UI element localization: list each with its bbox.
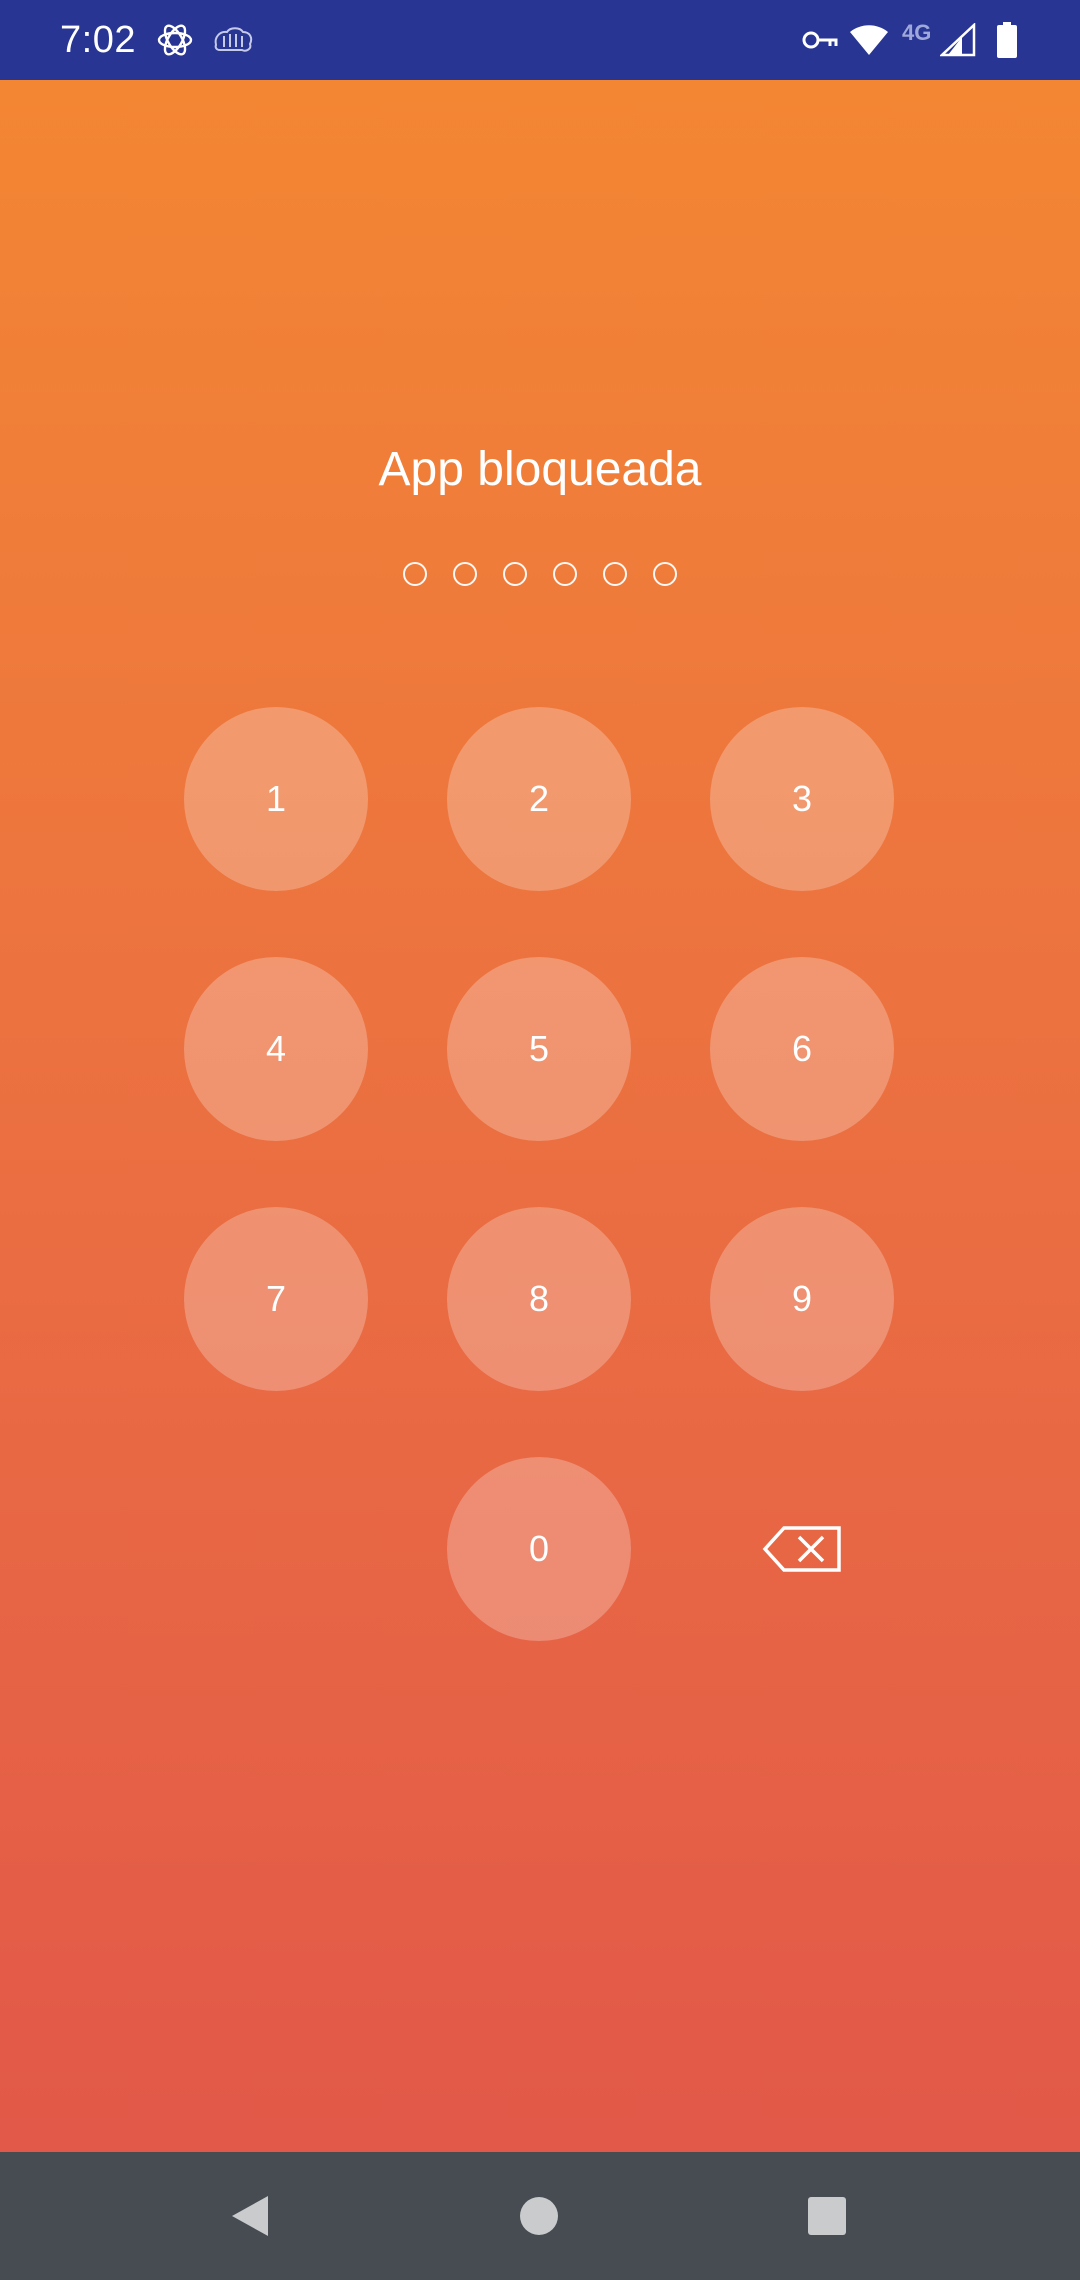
vpn-key-icon xyxy=(802,0,838,80)
pin-dot xyxy=(603,562,627,586)
keypad-key-5[interactable]: 5 xyxy=(447,957,631,1141)
lock-title: App bloqueada xyxy=(378,443,702,496)
wifi-icon xyxy=(848,0,890,80)
status-bar: 7:02 4G xyxy=(0,0,1080,80)
pin-dot xyxy=(453,562,477,586)
keypad-key-3[interactable]: 3 xyxy=(710,707,894,891)
keypad-key-8[interactable]: 8 xyxy=(447,1207,631,1391)
back-icon xyxy=(232,2196,268,2236)
status-time: 7:02 xyxy=(60,19,136,61)
brain-icon xyxy=(212,0,254,80)
keypad-key-0[interactable]: 0 xyxy=(447,1457,631,1641)
keypad-key-6[interactable]: 6 xyxy=(710,957,894,1141)
openai-icon xyxy=(156,0,194,80)
nav-home-button[interactable] xyxy=(475,2152,603,2280)
backspace-button[interactable] xyxy=(710,1457,894,1641)
pin-dot xyxy=(403,562,427,586)
keypad-key-1[interactable]: 1 xyxy=(184,707,368,891)
keypad-key-2[interactable]: 2 xyxy=(447,707,631,891)
navigation-bar xyxy=(0,2152,1080,2280)
keypad-key-9[interactable]: 9 xyxy=(710,1207,894,1391)
pin-dot xyxy=(503,562,527,586)
home-icon xyxy=(520,2197,558,2235)
lock-screen: App bloqueada 1 2 3 4 5 6 7 8 9 0 xyxy=(0,80,1080,2152)
recents-icon xyxy=(808,2197,846,2235)
nav-back-button[interactable] xyxy=(186,2152,314,2280)
cell-signal-icon xyxy=(940,0,976,80)
pin-indicator xyxy=(0,562,1080,586)
pin-dot xyxy=(553,562,577,586)
nav-recents-button[interactable] xyxy=(763,2152,891,2280)
keypad-key-4[interactable]: 4 xyxy=(184,957,368,1141)
network-type-label: 4G xyxy=(902,20,932,45)
keypad-key-7[interactable]: 7 xyxy=(184,1207,368,1391)
pin-dot xyxy=(653,562,677,586)
battery-icon xyxy=(996,0,1018,80)
backspace-icon xyxy=(762,1526,841,1572)
